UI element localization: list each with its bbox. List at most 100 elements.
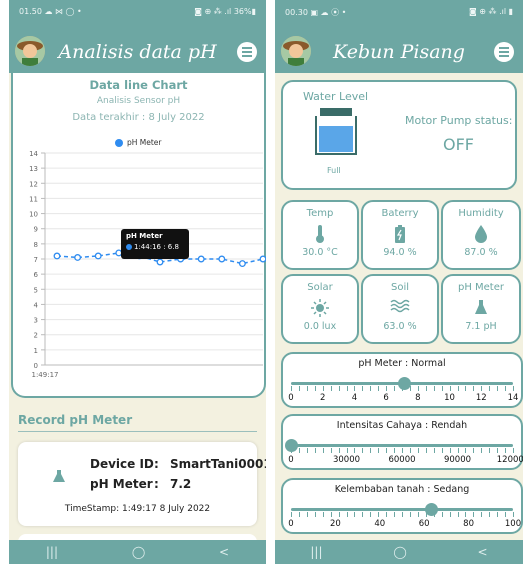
menu-icon[interactable]: [494, 42, 514, 62]
y-tick-label: 0: [34, 362, 38, 370]
menu-icon[interactable]: [237, 42, 257, 62]
y-tick-label: 7: [34, 256, 38, 264]
slider-tick: [338, 386, 340, 391]
back-button[interactable]: <: [478, 545, 488, 559]
slider-label: 4: [351, 393, 358, 403]
slider-tick: [481, 448, 483, 453]
system-nav-bar: ||| ◯ <: [275, 540, 523, 564]
pump-status-label: Motor Pump status:: [405, 114, 513, 127]
slider-tick: [433, 386, 435, 391]
soil-slider[interactable]: [291, 503, 513, 516]
divider: [18, 431, 257, 432]
water-tank-icon: [315, 108, 357, 155]
light-slider[interactable]: [285, 439, 513, 452]
record-card[interactable]: Device ID : SmartTani0001 pH Meter : 7.2…: [18, 442, 266, 526]
sensor-card-ph[interactable]: pH Meter 7.1 pH: [441, 274, 521, 344]
slider-tick: [378, 448, 380, 453]
slider-label: 60: [418, 519, 430, 529]
slider-label: 2: [319, 393, 326, 403]
slider-tick: [386, 512, 388, 517]
slider-tick: [394, 448, 396, 453]
slider-tick: [473, 386, 475, 391]
right-phone-screen: 00.30 ▣ ☁ ⦿ • ◙ ⊕ ⁂ .ıl ▮ Kebun Pisang W…: [275, 0, 523, 564]
home-button[interactable]: ◯: [393, 545, 406, 559]
slider-card-soil: Kelembaban tanah : Sedang 0 20 40 60 80 100: [281, 478, 523, 534]
status-bar: 01.50 ☁ ⋈ ◯ • ◙ ⊕ ⁂ .ıl 36%▮: [9, 0, 266, 31]
slider-card-light: Intensitas Cahaya : Rendah 0 30000 60000 90…: [281, 414, 523, 470]
flask-icon: [475, 300, 487, 314]
pump-status-value: OFF: [443, 135, 474, 154]
chart-legend[interactable]: pH Meter: [115, 138, 162, 147]
ph-slider[interactable]: [291, 377, 513, 390]
slider-tick: [370, 512, 372, 517]
status-time: 00.30 ▣ ☁ ⦿ •: [285, 8, 347, 17]
slider-tick: [425, 448, 427, 453]
slider-tick: [338, 512, 340, 517]
back-button[interactable]: <: [219, 545, 229, 559]
slider-tick: [378, 512, 380, 517]
sensor-card-temp[interactable]: Temp 30.0 °C: [281, 200, 359, 270]
slider-tick: [394, 512, 396, 517]
y-tick-label: 3: [34, 317, 38, 325]
chart-card: Data line Chart Analisis Sensor pH Data …: [11, 73, 266, 398]
slider-tick: [497, 448, 499, 453]
slider-label: 10: [444, 393, 455, 403]
status-time: 01.50 ☁ ⋈ ◯ •: [19, 7, 82, 16]
avatar[interactable]: [281, 36, 311, 66]
sensor-value: 94.0 %: [383, 247, 417, 258]
slider-tick: [306, 448, 308, 453]
home-button[interactable]: ◯: [132, 545, 145, 559]
slider-label: 120000: [496, 455, 523, 465]
slider-tick: [473, 512, 475, 517]
thermometer-icon: [316, 225, 324, 243]
sensor-card-battery[interactable]: Baterry 94.0 %: [361, 200, 439, 270]
recent-apps-button[interactable]: |||: [46, 545, 58, 559]
slider-tick: [457, 512, 459, 517]
slider-tick: [322, 448, 324, 453]
sensor-card-soil[interactable]: Soil 63.0 %: [361, 274, 439, 344]
slider-tick: [386, 448, 388, 453]
timestamp: TimeStamp: 1:49:17 8 July 2022: [64, 504, 211, 514]
flask-icon: [53, 470, 65, 482]
slider-tick: [354, 448, 356, 453]
x-tick-label: 1:49:17: [32, 371, 59, 379]
water-level-card[interactable]: Water Level Full Motor Pump status: OFF: [281, 80, 517, 190]
slider-tick: [402, 448, 403, 453]
y-tick-label: 12: [29, 180, 38, 188]
slider-tick: [346, 386, 348, 391]
slider-tick: [457, 386, 459, 391]
y-tick-label: 4: [34, 301, 39, 309]
slider-tick: [346, 448, 348, 453]
slider-label: 14: [507, 393, 519, 403]
device-id-value: SmartTani0001: [170, 457, 266, 471]
y-tick-label: 6: [34, 271, 39, 279]
y-tick-label: 8: [34, 241, 38, 249]
y-tick-label: 9: [34, 226, 38, 234]
ph-value: 7.2: [170, 477, 192, 491]
status-icons: ◙ ⊕ ⁂ .ıl ▮: [468, 7, 513, 16]
y-tick-label: 10: [29, 211, 38, 219]
slider-tick: [370, 386, 372, 391]
farmer-avatar-icon: [281, 36, 311, 66]
ph-label: pH Meter: [90, 477, 153, 491]
avatar[interactable]: [15, 36, 45, 66]
tooltip-value: 1:44:16 : 6.8: [134, 243, 179, 251]
left-phone-screen: 01.50 ☁ ⋈ ◯ • ◙ ⊕ ⁂ .ıl 36%▮ Analisis da…: [9, 0, 266, 564]
sensor-card-solar[interactable]: Solar 0.0 lux: [281, 274, 359, 344]
y-tick-label: 2: [34, 332, 38, 340]
sun-icon: [311, 299, 329, 317]
slider-tick: [513, 512, 514, 517]
slider-ticks: [291, 512, 514, 517]
y-tick-label: 13: [29, 165, 38, 173]
slider-tick: [322, 512, 324, 517]
line-chart[interactable]: 012345678910111213141:49:17: [13, 149, 266, 394]
slider-tick: [425, 386, 427, 391]
sensor-value: 63.0 %: [383, 321, 417, 332]
slider-tick: [322, 386, 324, 391]
sensor-card-humidity[interactable]: Humidity 87.0 %: [441, 200, 521, 270]
slider-tick: [513, 386, 514, 391]
drop-icon: [475, 225, 487, 243]
slider-label: 100: [504, 519, 522, 529]
recent-apps-button[interactable]: |||: [310, 545, 322, 559]
slider-label: 12: [475, 393, 487, 403]
